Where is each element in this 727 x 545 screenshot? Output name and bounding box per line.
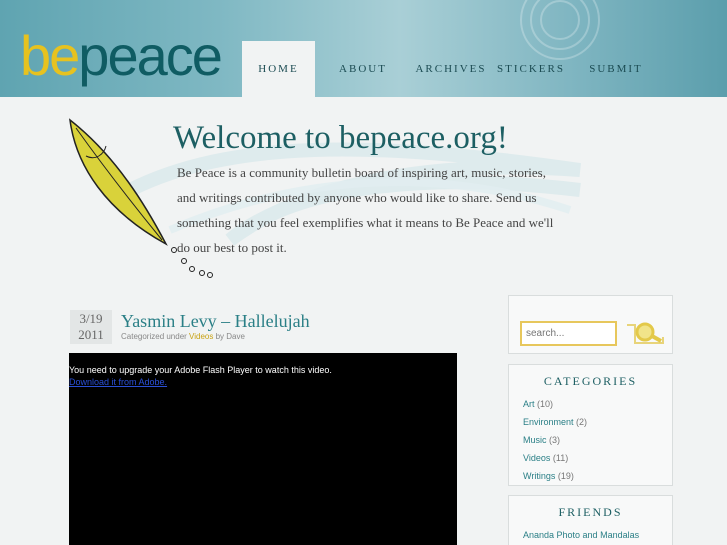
nav-submit[interactable]: SUBMIT bbox=[571, 41, 661, 97]
post-meta-prefix: Categorized under bbox=[121, 332, 190, 341]
list-item: Art (10) bbox=[523, 395, 672, 413]
friends-widget: FRIENDS Ananda Photo and Mandalas bbox=[508, 495, 673, 545]
decorative-swirl bbox=[540, 0, 580, 40]
category-link-videos[interactable]: Videos bbox=[523, 453, 550, 463]
logo-peace: peace bbox=[78, 24, 223, 87]
site-header: bepeace HOME ABOUT ARCHIVES STICKERS SUB… bbox=[0, 0, 727, 97]
post-meta: Categorized under Videos by Dave bbox=[121, 332, 245, 341]
categories-title: CATEGORIES bbox=[543, 374, 638, 388]
video-player[interactable]: You need to upgrade your Adobe Flash Pla… bbox=[69, 353, 457, 545]
category-count: (10) bbox=[537, 399, 554, 409]
main-nav: HOME ABOUT ARCHIVES STICKERS SUBMIT bbox=[242, 41, 661, 97]
friend-link[interactable]: Ananda Photo and Mandalas bbox=[523, 530, 639, 540]
category-link-music[interactable]: Music bbox=[523, 435, 547, 445]
magnifier-icon bbox=[635, 322, 655, 342]
site-logo[interactable]: bepeace bbox=[20, 28, 223, 84]
categories-widget: CATEGORIES Art (10) Environment (2) Musi… bbox=[508, 364, 673, 486]
post-date-day: 3/19 bbox=[79, 311, 103, 326]
friends-title: FRIENDS bbox=[558, 505, 623, 519]
download-flash-link[interactable]: Download it from Adobe. bbox=[69, 377, 167, 387]
welcome-text: Be Peace is a community bulletin board o… bbox=[177, 165, 554, 255]
category-count: (19) bbox=[557, 471, 574, 481]
nav-archives[interactable]: ARCHIVES bbox=[411, 41, 491, 97]
post-meta-by: by bbox=[213, 332, 227, 341]
nav-home[interactable]: HOME bbox=[242, 41, 315, 97]
search-button[interactable] bbox=[625, 319, 665, 347]
search-input[interactable] bbox=[520, 321, 617, 346]
category-count: (11) bbox=[552, 453, 569, 463]
nav-about[interactable]: ABOUT bbox=[315, 41, 411, 97]
category-link-art[interactable]: Art bbox=[523, 399, 535, 409]
post-author: Dave bbox=[226, 332, 245, 341]
category-count: (2) bbox=[576, 417, 588, 427]
list-item: Environment (2) bbox=[523, 413, 672, 431]
category-count: (3) bbox=[549, 435, 561, 445]
list-item: Writings (19) bbox=[523, 467, 672, 485]
category-link-writings[interactable]: Writings bbox=[523, 471, 555, 481]
post-date: 3/19 2011 bbox=[70, 310, 112, 344]
logo-be: be bbox=[20, 24, 80, 87]
welcome-title: Welcome to bepeace.org! bbox=[173, 120, 508, 156]
post-date-year: 2011 bbox=[78, 327, 104, 342]
list-item: Music (3) bbox=[523, 431, 672, 449]
friends-list: Ananda Photo and Mandalas bbox=[509, 526, 672, 544]
nav-stickers[interactable]: STICKERS bbox=[491, 41, 571, 97]
flash-upgrade-message: You need to upgrade your Adobe Flash Pla… bbox=[69, 365, 332, 375]
list-item: Videos (11) bbox=[523, 449, 672, 467]
post-category-link[interactable]: Videos bbox=[189, 332, 213, 341]
categories-list: Art (10) Environment (2) Music (3) Video… bbox=[509, 395, 672, 485]
list-item: Ananda Photo and Mandalas bbox=[523, 526, 672, 544]
search-widget bbox=[508, 295, 673, 354]
post-title[interactable]: Yasmin Levy – Hallelujah bbox=[121, 311, 310, 332]
category-link-environment[interactable]: Environment bbox=[523, 417, 574, 427]
